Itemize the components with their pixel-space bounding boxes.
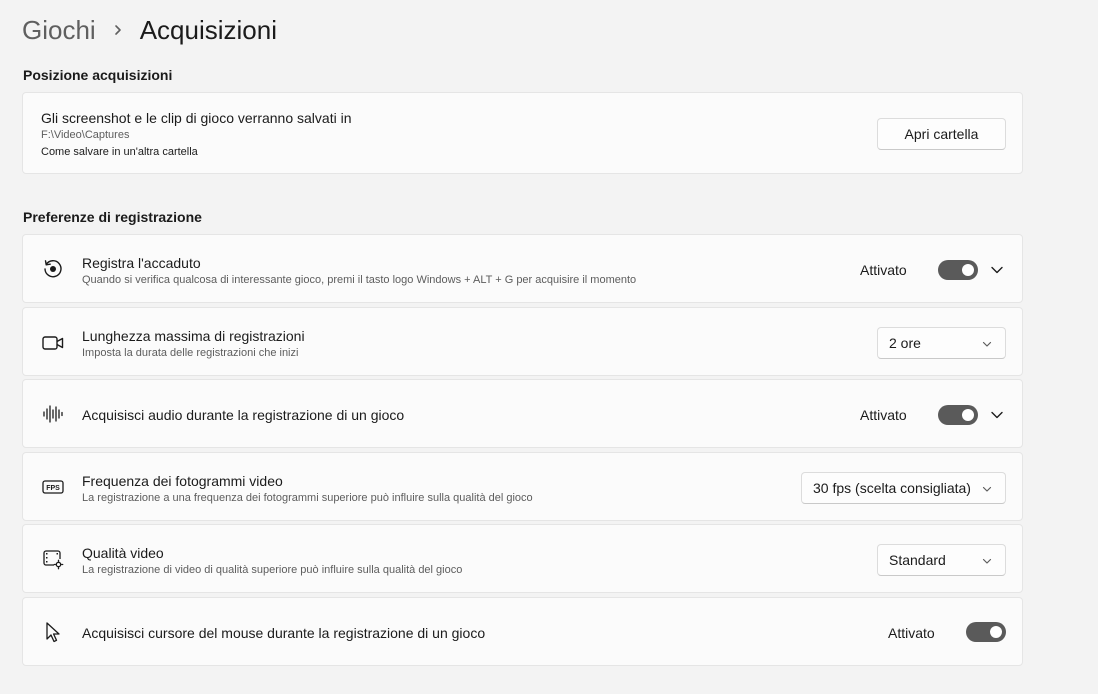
- max-recording-length-row: Lunghezza massima di registrazioni Impos…: [22, 307, 1023, 376]
- open-folder-button[interactable]: Apri cartella: [877, 118, 1006, 150]
- section-title-location: Posizione acquisizioni: [23, 67, 173, 83]
- fps-icon: FPS: [41, 475, 65, 499]
- frame-rate-value: 30 fps (scelta consigliata): [813, 480, 971, 496]
- section-title-recording: Preferenze di registrazione: [23, 209, 202, 225]
- record-what-happened-row[interactable]: Registra l'accaduto Quando si verifica q…: [22, 234, 1023, 303]
- page-title: Acquisizioni: [139, 14, 277, 45]
- video-settings-icon: [41, 547, 65, 571]
- chevron-down-icon[interactable]: [989, 262, 1005, 278]
- max-recording-length-dropdown[interactable]: 2 ore: [877, 327, 1006, 359]
- frame-rate-row: FPS Frequenza dei fotogrammi video La re…: [22, 452, 1023, 521]
- frame-rate-subtitle: La registrazione a una frequenza dei fot…: [82, 492, 533, 504]
- chevron-right-icon: [96, 12, 140, 48]
- capture-cursor-title: Acquisisci cursore del mouse durante la …: [82, 625, 486, 641]
- max-recording-length-subtitle: Imposta la durata delle registrazioni ch…: [82, 347, 299, 359]
- capture-location-description: Gli screenshot e le clip di gioco verran…: [41, 110, 352, 126]
- capture-audio-state: Attivato: [860, 407, 907, 423]
- video-quality-title: Qualità video: [82, 545, 164, 561]
- frame-rate-dropdown[interactable]: 30 fps (scelta consigliata): [801, 472, 1006, 504]
- record-history-icon: [41, 257, 65, 281]
- max-recording-length-title: Lunghezza massima di registrazioni: [82, 328, 305, 344]
- audio-waveform-icon: [41, 402, 65, 426]
- video-quality-value: Standard: [889, 552, 946, 568]
- chevron-down-icon: [982, 558, 992, 564]
- record-what-happened-title: Registra l'accaduto: [82, 255, 201, 271]
- record-what-happened-subtitle: Quando si verifica qualcosa di interessa…: [82, 274, 637, 286]
- capture-cursor-toggle[interactable]: [966, 622, 1006, 642]
- chevron-down-icon[interactable]: [989, 407, 1005, 423]
- video-camera-icon: [41, 331, 65, 355]
- capture-location-card: Gli screenshot e le clip di gioco verran…: [22, 92, 1023, 174]
- chevron-down-icon: [982, 341, 992, 347]
- change-folder-link[interactable]: Come salvare in un'altra cartella: [41, 144, 352, 161]
- record-what-happened-toggle[interactable]: [938, 260, 978, 280]
- svg-text:FPS: FPS: [46, 485, 60, 492]
- max-recording-length-value: 2 ore: [889, 335, 921, 351]
- frame-rate-title: Frequenza dei fotogrammi video: [82, 473, 283, 489]
- video-quality-row: Qualità video La registrazione di video …: [22, 524, 1023, 593]
- capture-audio-row[interactable]: Acquisisci audio durante la registrazion…: [22, 379, 1023, 448]
- record-what-happened-state: Attivato: [860, 262, 907, 278]
- video-quality-dropdown[interactable]: Standard: [877, 544, 1006, 576]
- breadcrumb: Giochi Acquisizioni: [22, 12, 277, 48]
- capture-audio-title: Acquisisci audio durante la registrazion…: [82, 407, 405, 423]
- video-quality-subtitle: La registrazione di video di qualità sup…: [82, 564, 463, 576]
- mouse-cursor-icon: [41, 620, 65, 644]
- breadcrumb-parent[interactable]: Giochi: [22, 15, 96, 46]
- settings-page: Giochi Acquisizioni Posizione acquisizio…: [0, 0, 1098, 694]
- chevron-down-icon: [982, 486, 992, 492]
- capture-cursor-state: Attivato: [888, 625, 935, 641]
- capture-cursor-row: Acquisisci cursore del mouse durante la …: [22, 597, 1023, 666]
- capture-location-path: F:\Video\Captures: [41, 129, 130, 141]
- capture-audio-toggle[interactable]: [938, 405, 978, 425]
